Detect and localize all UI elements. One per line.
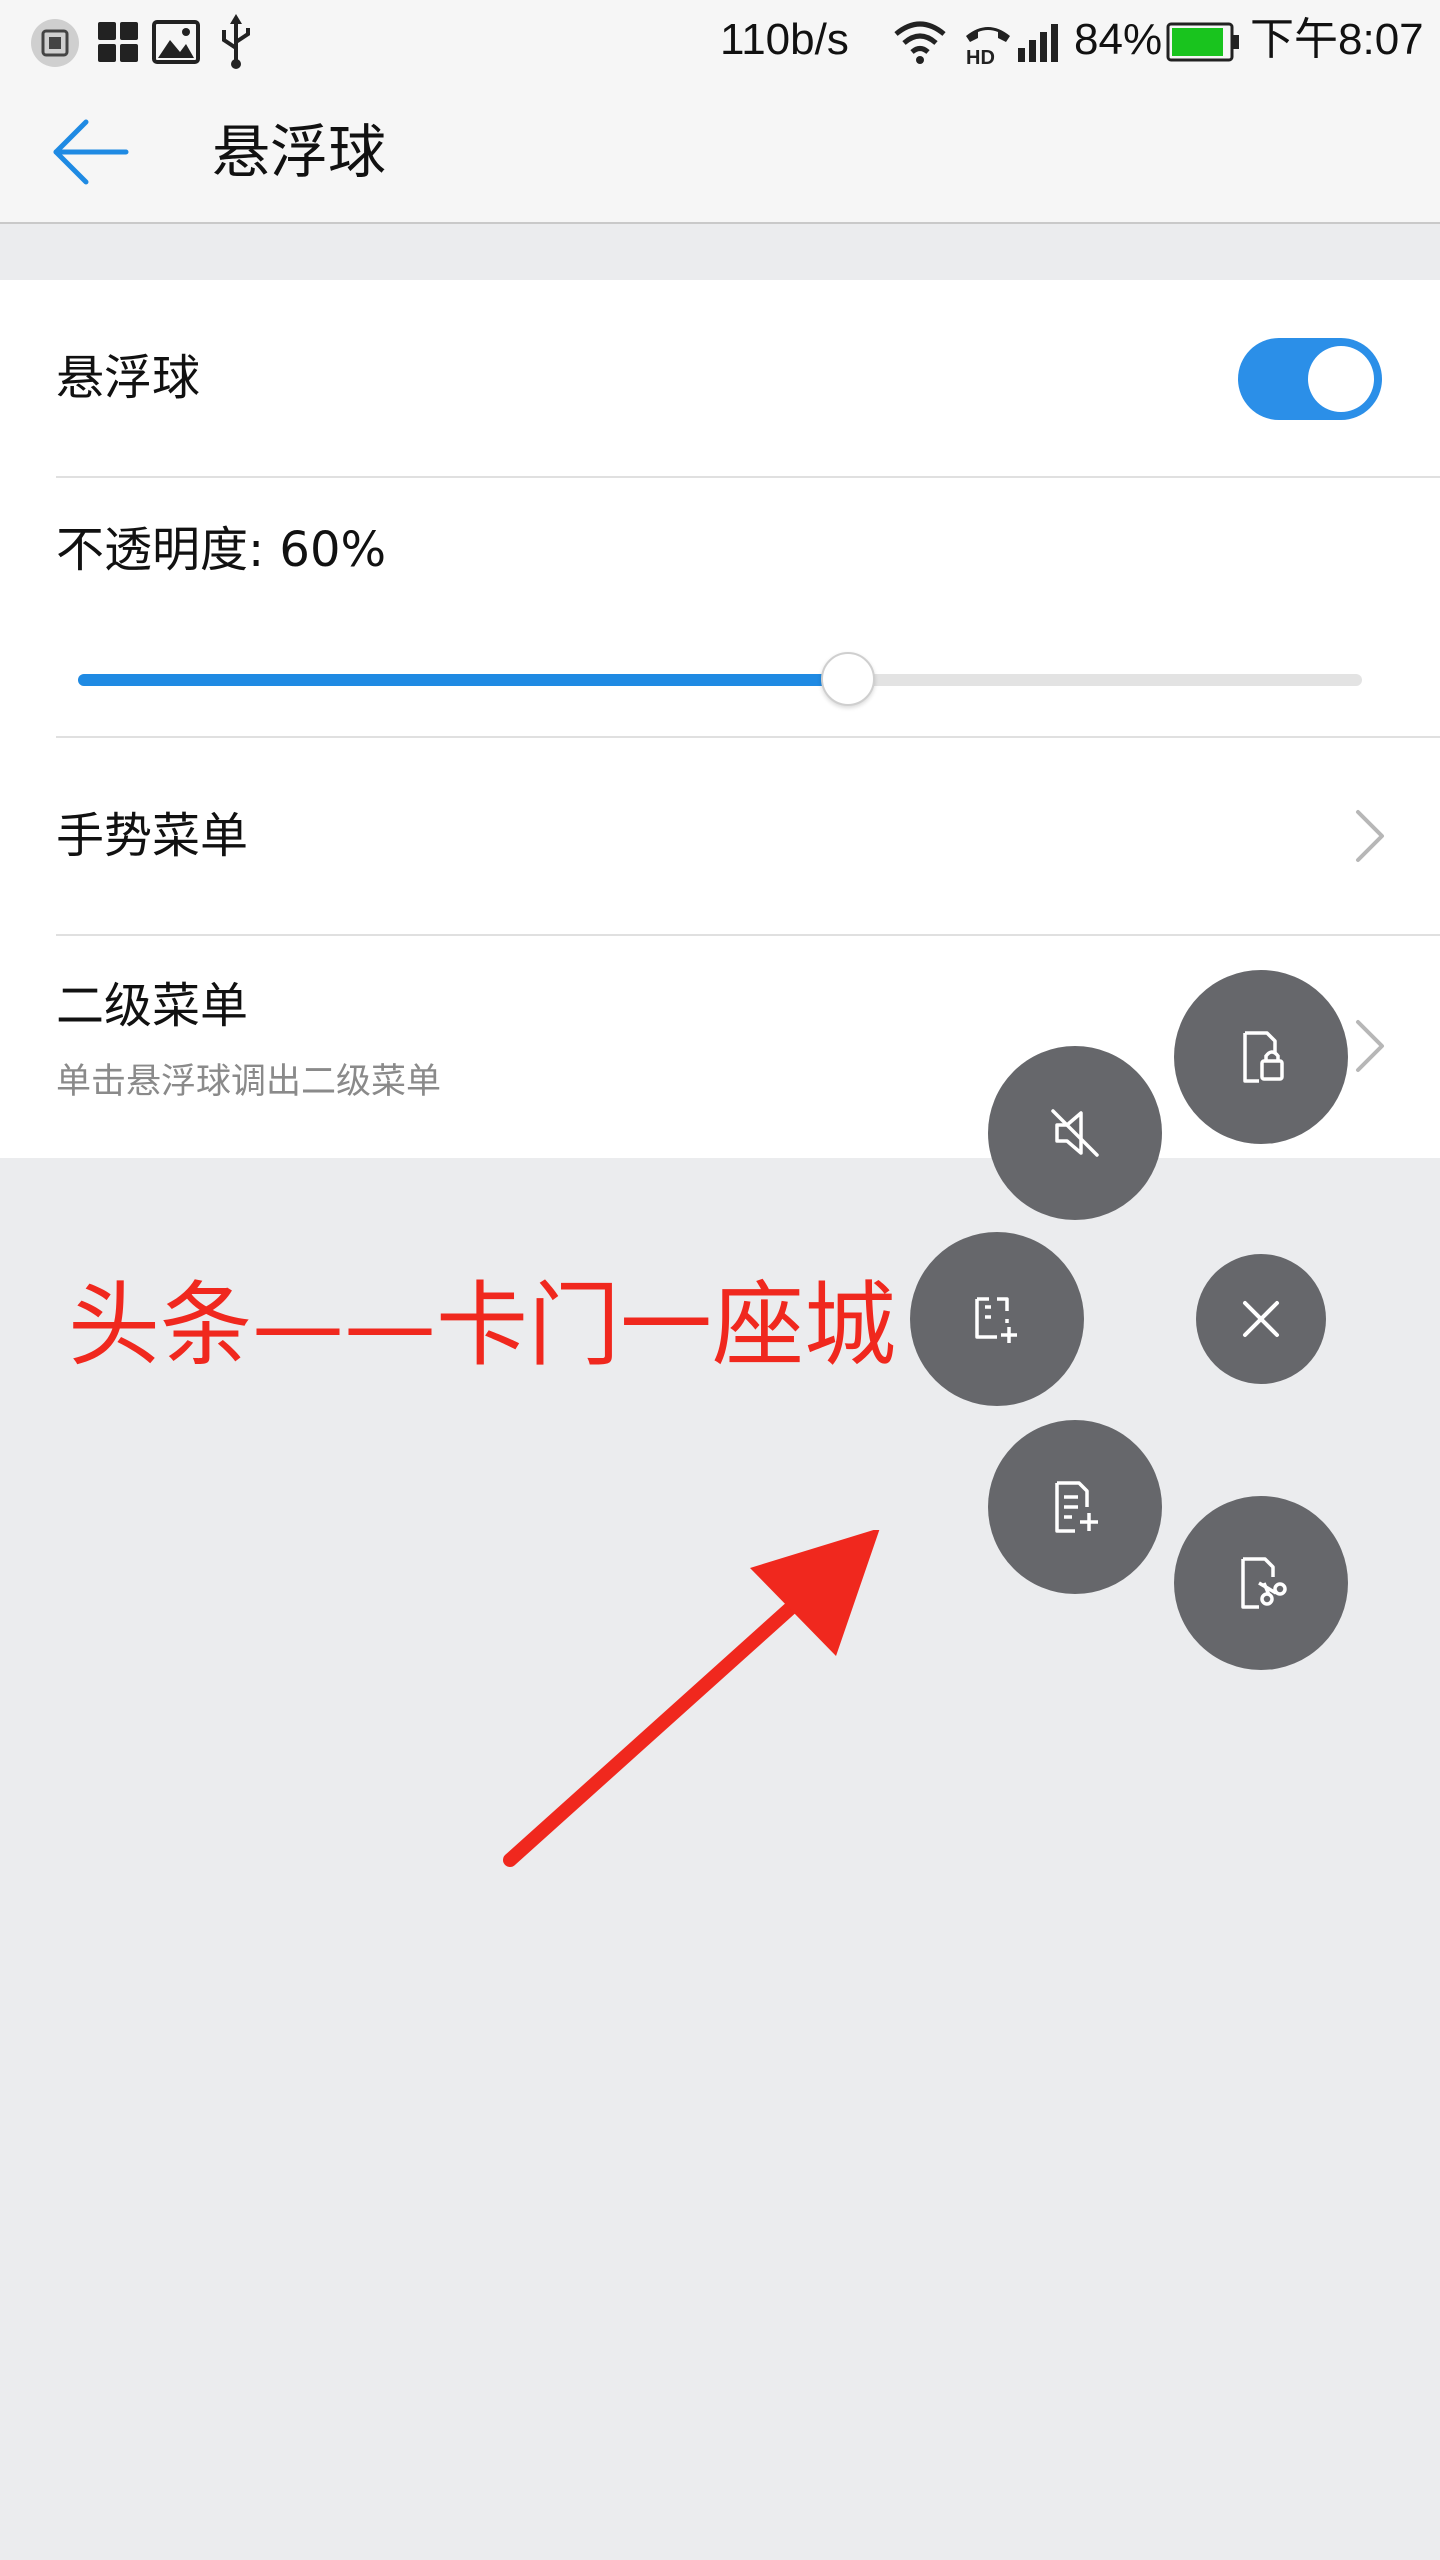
opacity-slider-thumb[interactable] xyxy=(821,652,876,706)
screenshot-button[interactable] xyxy=(910,1232,1084,1406)
back-button[interactable] xyxy=(40,112,140,192)
gesture-menu-label: 手势菜单 xyxy=(56,808,249,864)
page-title: 悬浮球 xyxy=(212,118,387,186)
battery-percent: 84% xyxy=(1074,15,1163,64)
network-speed: 110b/s xyxy=(720,15,849,64)
screen-record-button[interactable] xyxy=(1174,1496,1348,1670)
add-note-button[interactable] xyxy=(988,1420,1162,1594)
chevron-right-icon xyxy=(1356,1020,1384,1072)
lock-screen-icon xyxy=(1243,1031,1284,1083)
gesture-menu-row[interactable]: 手势菜单 xyxy=(0,738,1440,934)
screenshot-edit-icon xyxy=(975,1297,1017,1343)
title-bar: 悬浮球 xyxy=(0,82,1440,224)
chevron-right-icon xyxy=(1356,810,1384,862)
status-bar: 110b/s HD 84% 下午8:07 xyxy=(0,0,1440,82)
screen-record-icon xyxy=(1241,1557,1287,1609)
screenshot-icon xyxy=(31,19,79,67)
apps-icon xyxy=(98,22,138,62)
secondary-menu-description: 单击悬浮球调出二级菜单 xyxy=(56,1062,442,1102)
arrow-left-icon xyxy=(53,119,129,185)
opacity-slider-track[interactable] xyxy=(78,674,1362,686)
signal-icon xyxy=(1018,24,1058,62)
mute-icon xyxy=(1051,1109,1099,1157)
add-note-icon xyxy=(1055,1481,1098,1533)
battery-icon xyxy=(1166,22,1239,62)
opacity-slider-fill xyxy=(78,674,849,686)
svg-text:HD: HD xyxy=(966,47,995,66)
toggle-knob xyxy=(1308,346,1374,412)
usb-icon xyxy=(222,14,250,69)
mute-button[interactable] xyxy=(988,1046,1162,1220)
floating-ball-toggle[interactable] xyxy=(1238,338,1382,420)
floating-ball-label: 悬浮球 xyxy=(56,350,201,406)
opacity-row: 不透明度: 60% xyxy=(0,478,1440,734)
close-icon xyxy=(1243,1301,1279,1337)
hd-call-icon: HD xyxy=(966,27,1010,66)
annotation-text: 头条——卡门一座城 xyxy=(68,1272,897,1379)
secondary-menu-label: 二级菜单 xyxy=(56,978,249,1034)
clock: 下午8:07 xyxy=(1250,15,1424,64)
opacity-label: 不透明度: 60% xyxy=(56,522,387,578)
floating-ball-row[interactable]: 悬浮球 xyxy=(0,280,1440,476)
image-icon xyxy=(152,20,200,64)
wifi-icon xyxy=(894,21,946,64)
lock-screen-button[interactable] xyxy=(1174,970,1348,1144)
red-arrow-icon xyxy=(503,1530,880,1867)
close-menu-button[interactable] xyxy=(1196,1254,1326,1384)
